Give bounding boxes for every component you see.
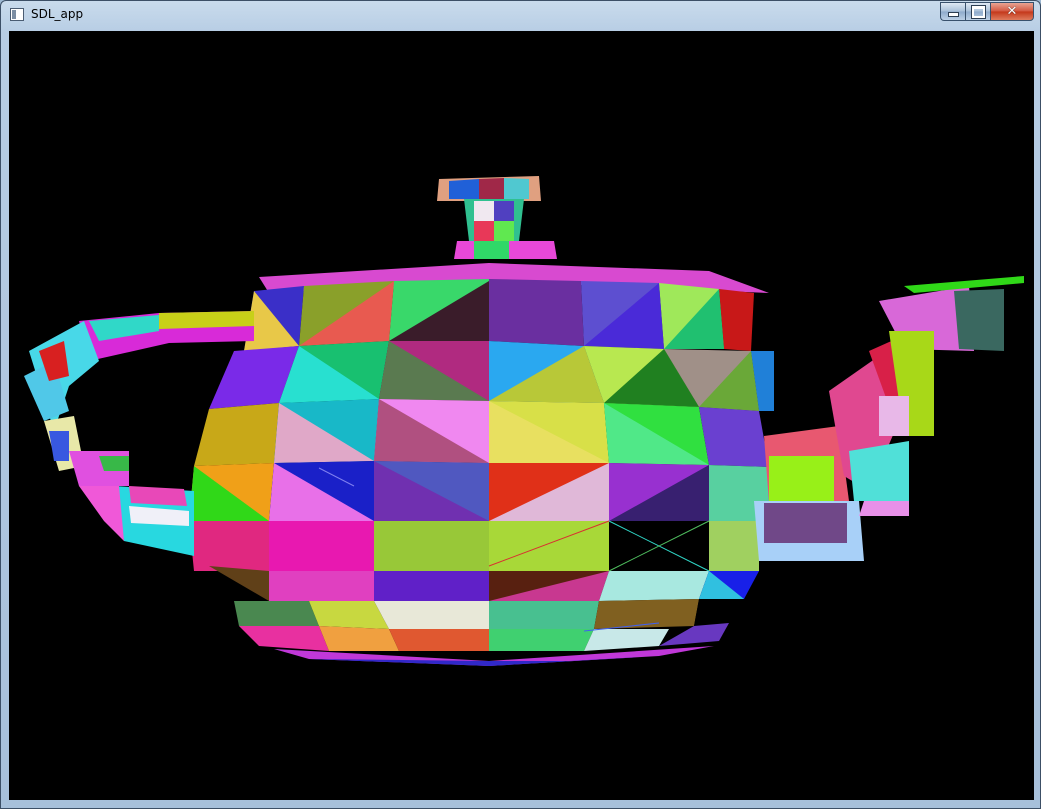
minimize-button[interactable] xyxy=(940,2,965,21)
maximize-button[interactable] xyxy=(965,2,990,21)
close-icon: ✕ xyxy=(1006,4,1018,19)
app-window-icon[interactable] xyxy=(10,8,24,21)
teapot-render xyxy=(9,31,1034,800)
window-title: SDL_app xyxy=(31,7,84,21)
caption-buttons: ✕ xyxy=(940,2,1034,21)
title-bar[interactable]: SDL_app ✕ xyxy=(1,1,1040,29)
maximize-icon xyxy=(971,5,985,18)
app-window: SDL_app ✕ xyxy=(0,0,1041,809)
close-button[interactable]: ✕ xyxy=(990,2,1034,21)
minimize-icon xyxy=(947,12,959,17)
render-canvas[interactable] xyxy=(9,31,1034,800)
teapot-body xyxy=(189,263,774,666)
